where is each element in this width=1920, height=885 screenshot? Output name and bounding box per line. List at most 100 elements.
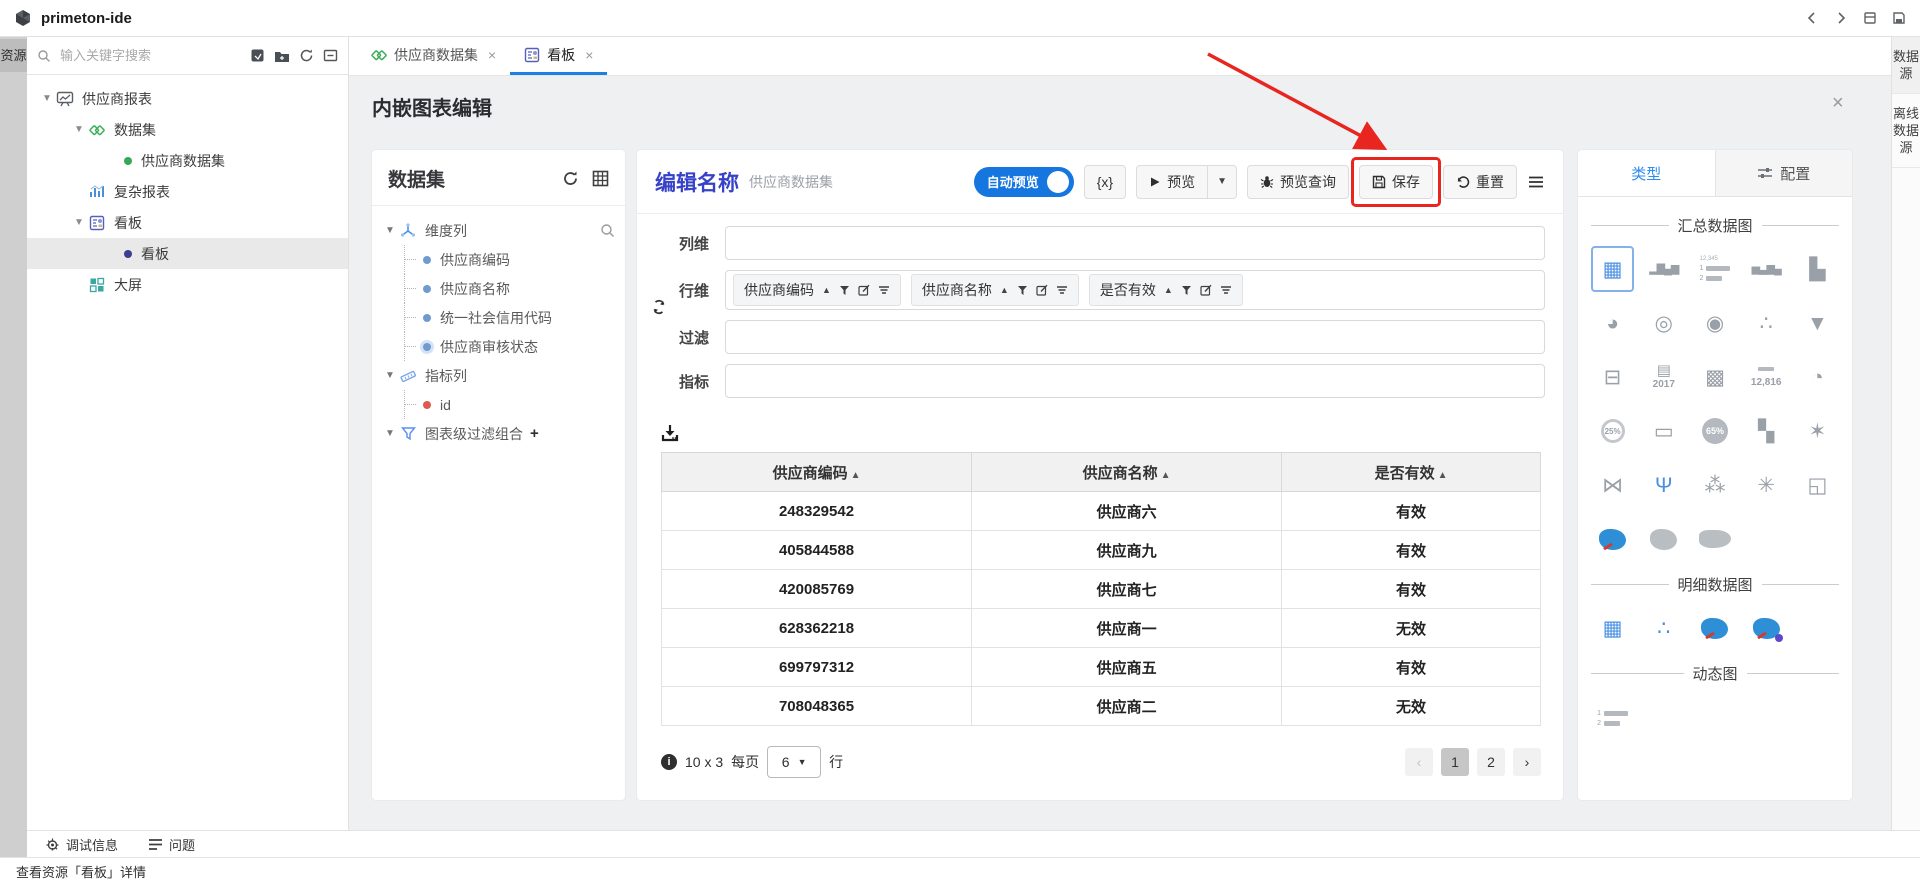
progress-ring-chart-icon[interactable]: 25% [1591,408,1634,454]
levels-icon[interactable] [1220,285,1232,295]
dataset-field[interactable]: id [404,390,615,419]
dataset-field[interactable]: 供应商名称 [404,274,615,303]
table-header-cell[interactable]: 供应商编码▲ [662,453,972,492]
table-header-cell[interactable]: 供应商名称▲ [972,453,1282,492]
filter-icon[interactable] [1017,285,1028,296]
save-workspace-icon[interactable] [1892,11,1906,25]
waterfall-chart-icon[interactable]: ▙ [1796,246,1839,292]
tree-item[interactable]: 看板 [27,238,348,269]
swap-axes-icon[interactable] [651,298,667,316]
tree-chart-icon[interactable]: Ψ [1642,462,1685,508]
search-input[interactable] [58,47,243,64]
levels-icon[interactable] [1056,285,1068,295]
dataset-field[interactable]: 供应商编码 [404,245,615,274]
bubble-chart-icon[interactable]: ∴ [1745,300,1788,346]
nav-back-icon[interactable] [1805,11,1819,25]
table-header-cell[interactable]: 是否有效▲ [1282,453,1541,492]
add-filter-icon[interactable]: + [530,425,539,442]
funnel-chart-icon[interactable]: ▼ [1796,300,1839,346]
china-map-detail-chart-icon[interactable] [1693,605,1736,651]
column-chart-icon[interactable]: ▂▇▄▆ [1642,246,1685,292]
sort-asc-icon[interactable]: ▲ [1164,285,1173,295]
right-strip-tab-1[interactable]: 离线数据源 [1892,94,1920,168]
histogram-chart-icon[interactable]: ▅▃▆▄ [1745,246,1788,292]
next-page-button[interactable]: › [1513,748,1541,776]
field-dropzone[interactable] [725,226,1545,260]
menu-icon[interactable] [1527,175,1545,189]
tree-item[interactable]: 复杂报表 [27,176,348,207]
kpi-chart-icon[interactable]: 12,816 [1745,354,1788,400]
edit-icon[interactable] [1200,284,1212,296]
window-restore-icon[interactable] [1863,11,1877,25]
editor-tab-0[interactable]: 供应商数据集 × [357,37,510,75]
tree-item[interactable]: ▼ 供应商报表 [27,83,348,114]
dataset-group[interactable]: ▼ 维度列 [382,216,615,245]
calendar-chart-icon[interactable]: ▤2017 [1642,354,1685,400]
page-button-2[interactable]: 2 [1477,748,1505,776]
collapse-icon[interactable] [323,48,338,63]
preview-button[interactable]: 预览 [1136,165,1208,199]
sort-asc-icon[interactable]: ▲ [1000,285,1009,295]
tree-item[interactable]: ▼ 看板 [27,207,348,238]
radar-chart-icon[interactable]: ✶ [1796,408,1839,454]
detail-table-chart-icon[interactable]: ▦ [1591,605,1634,651]
formula-button[interactable]: {x} [1084,165,1126,199]
dataset-field[interactable]: 供应商审核状态 [404,332,615,361]
liquid-fill-chart-icon[interactable]: 65% [1693,408,1736,454]
china-map-baidu-chart-icon[interactable] [1745,605,1788,651]
tab-close-icon[interactable]: × [585,47,593,63]
stacked-bar-chart-icon[interactable]: ▚ [1745,408,1788,454]
refresh-dark-icon[interactable] [562,170,579,187]
tree-search-icon[interactable] [600,223,615,238]
pie-chart-icon[interactable]: ◕ [1591,300,1634,346]
import-icon[interactable] [250,48,265,63]
filter-icon[interactable] [1181,285,1192,296]
new-folder-icon[interactable] [274,49,290,63]
scatter-detail-chart-icon[interactable]: ∴ [1642,605,1685,651]
per-page-select[interactable]: 6▼ [767,746,821,778]
dataset-group[interactable]: ▼ 指标列 [382,361,615,390]
field-dropzone[interactable] [725,320,1545,354]
dimension-chip[interactable]: 是否有效▲ [1089,274,1243,306]
nav-forward-icon[interactable] [1834,11,1848,25]
preview-dropdown-button[interactable]: ▼ [1208,165,1237,199]
heatmap-chart-icon[interactable]: ▩ [1693,354,1736,400]
table-chart-icon[interactable]: ▦ [1591,246,1634,292]
tree-item[interactable]: 大屏 [27,269,348,300]
bar-chart-icon[interactable]: 12,34512 [1693,246,1736,292]
type-panel-tab-0[interactable]: 类型 [1578,150,1715,196]
field-dropzone[interactable] [725,364,1545,398]
wordcloud-chart-icon[interactable]: ✳ [1745,462,1788,508]
dataset-field[interactable]: 统一社会信用代码 [404,303,615,332]
gauge-chart-icon[interactable]: ◔ [1796,354,1839,400]
right-strip-tab-0[interactable]: 数据源 [1892,37,1920,94]
editor-tab-1[interactable]: 看板 × [510,37,607,75]
field-dropzone[interactable]: 供应商编码▲ 供应商名称▲ 是否有效▲ [725,270,1545,310]
sankey-chart-icon[interactable]: ⋈ [1591,462,1634,508]
export-icon[interactable] [661,424,679,442]
edit-icon[interactable] [858,284,870,296]
left-strip-tab-resources[interactable]: 资源 [0,39,27,72]
reset-button[interactable]: 重置 [1443,165,1517,199]
donut-chart-icon[interactable]: ◎ [1642,300,1685,346]
dynamic-bar-chart-icon[interactable]: 12 [1591,694,1634,740]
filter-icon[interactable] [839,285,850,296]
save-button[interactable]: 保存 [1359,165,1433,199]
rose-chart-icon[interactable]: ◉ [1693,300,1736,346]
auto-preview-toggle[interactable]: 自动预览 [974,167,1074,197]
type-panel-tab-1[interactable]: 配置 [1715,150,1853,196]
bottom-item-debug[interactable]: 调试信息 [45,835,118,854]
district-map-chart-icon[interactable] [1642,516,1685,562]
prev-page-button[interactable]: ‹ [1405,748,1433,776]
tab-close-icon[interactable]: × [488,47,496,63]
page-button-1[interactable]: 1 [1441,748,1469,776]
sort-asc-icon[interactable]: ▲ [822,285,831,295]
edit-icon[interactable] [1036,284,1048,296]
page-close-icon[interactable]: × [1832,92,1844,115]
treemap-chart-icon[interactable]: ◱ [1796,462,1839,508]
graph-chart-icon[interactable]: ⁂ [1693,462,1736,508]
china-map-chart-icon[interactable] [1591,516,1634,562]
levels-icon[interactable] [878,285,890,295]
tree-item[interactable]: 供应商数据集 [27,145,348,176]
grid-table-icon[interactable] [592,170,609,187]
